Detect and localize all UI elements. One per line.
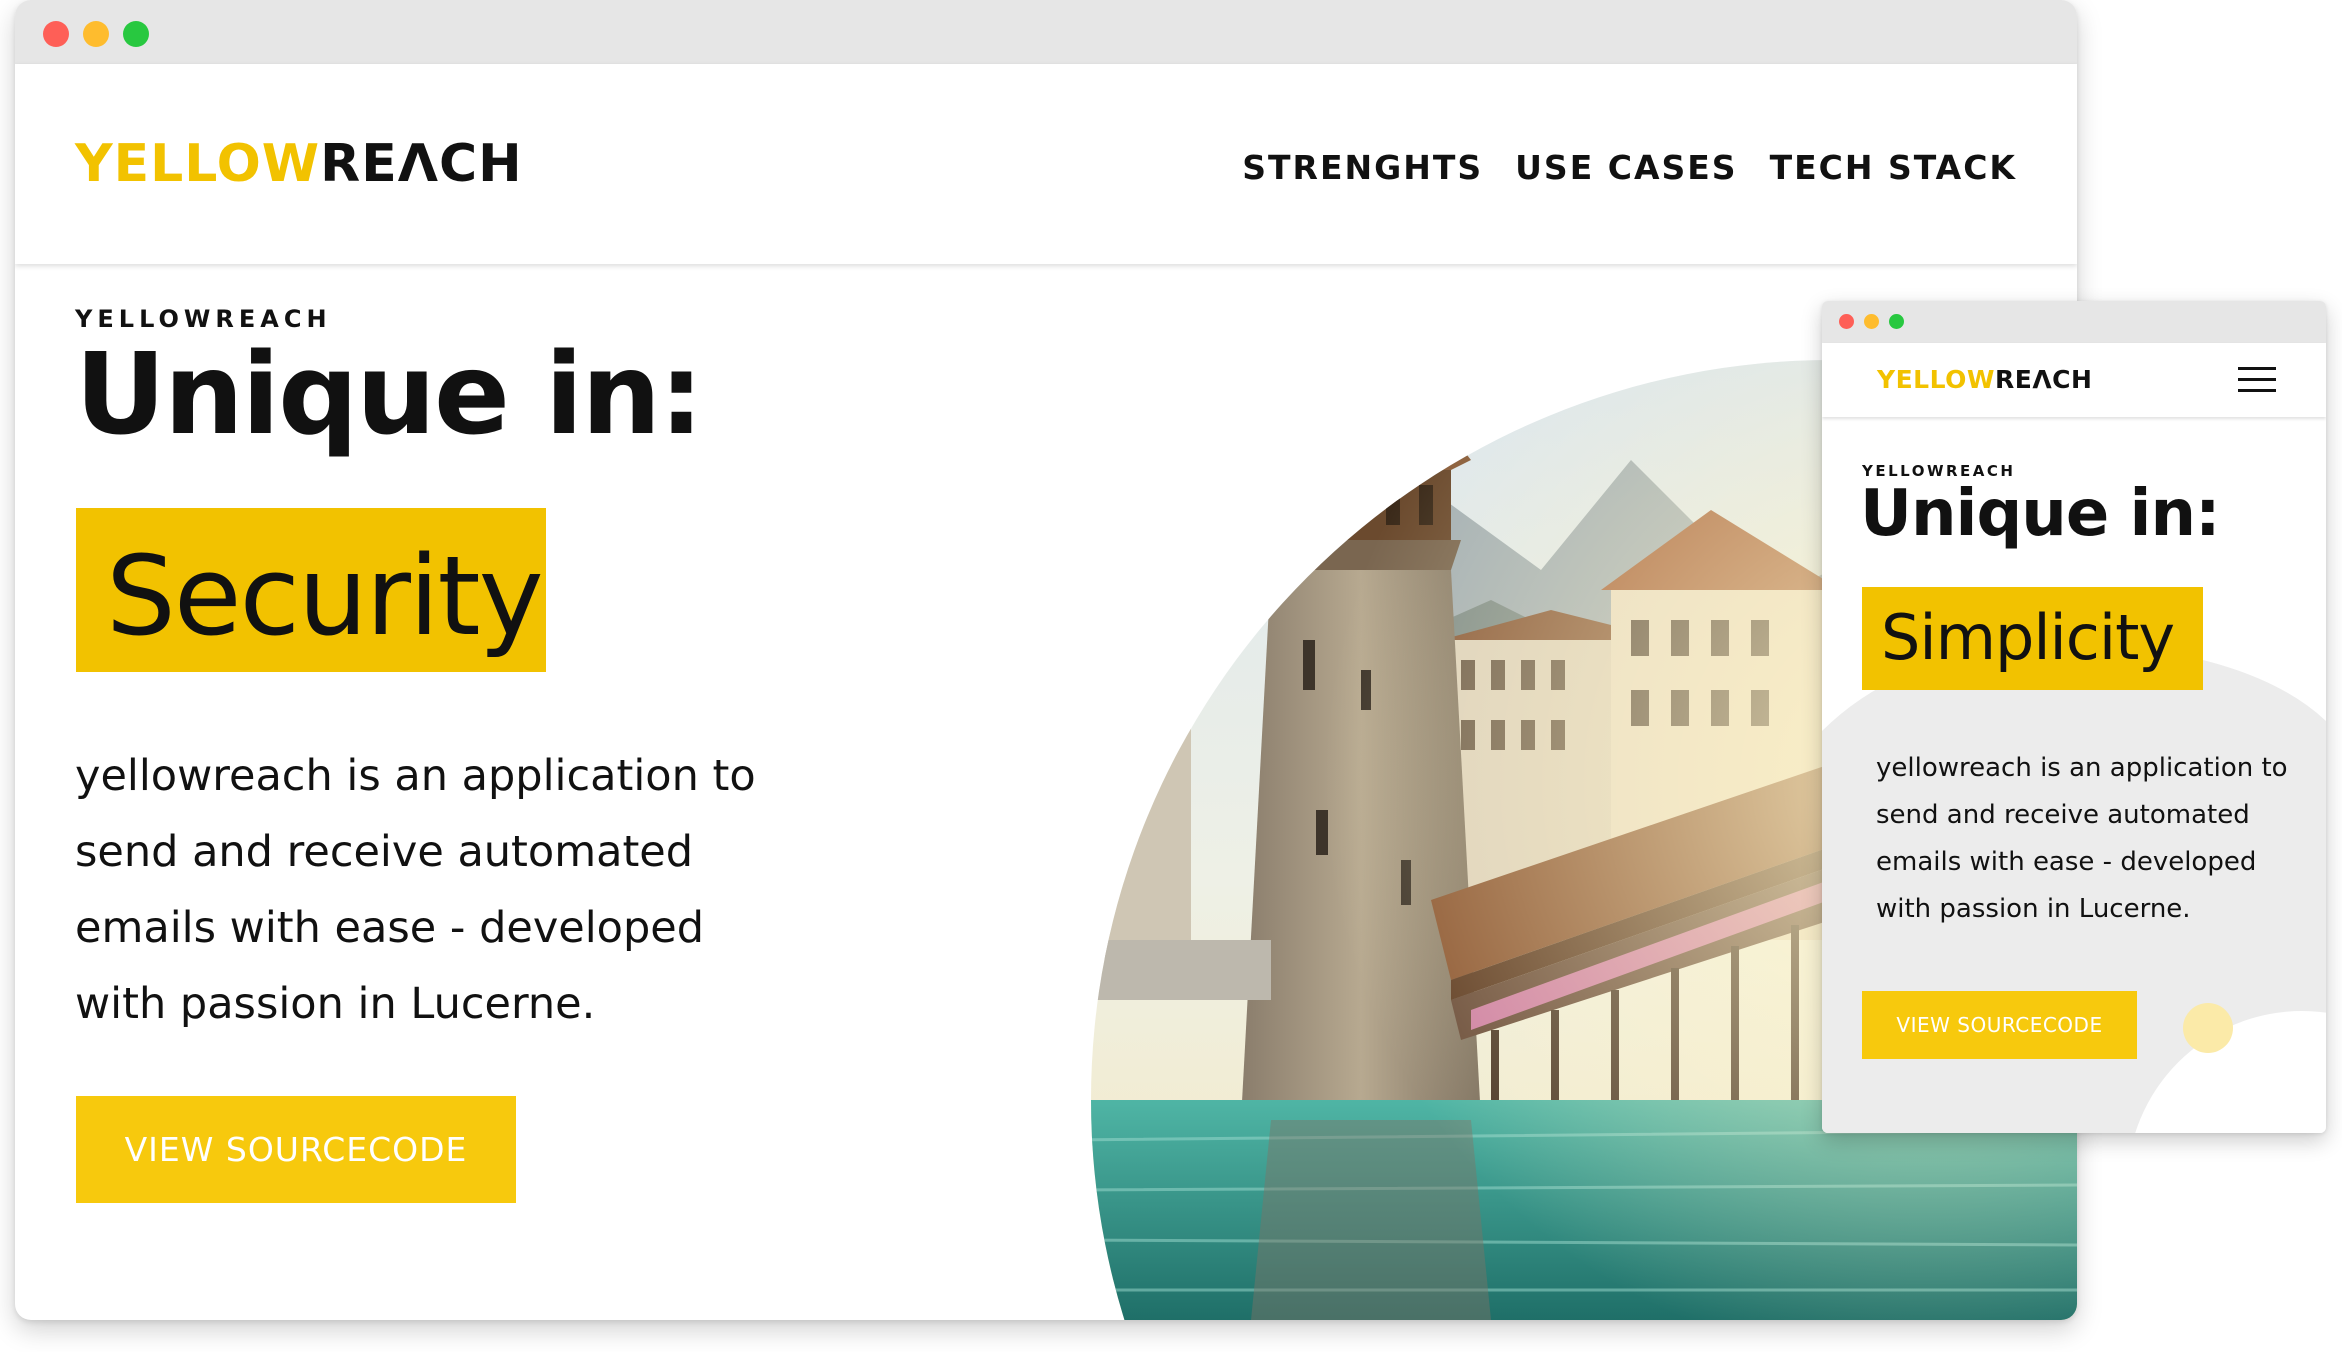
mobile-hero-description: yellowreach is an application to send an… [1876, 753, 2288, 924]
mobile-hero-headline: Unique in: [1860, 477, 2221, 551]
mobile-view-sourcecode-button[interactable]: VIEW SOURCECODE [1862, 991, 2137, 1059]
hero-description: yellowreach is an application to send an… [75, 751, 756, 1029]
mobile-hero-highlight-box: Simplicity [1862, 587, 2203, 690]
hamburger-menu-icon[interactable] [2238, 365, 2276, 395]
desktop-window-titlebar [15, 0, 2077, 64]
mobile-maximize-window-icon[interactable] [1889, 314, 1904, 329]
mobile-site-header: YELLOWREΛCH [1822, 343, 2326, 417]
hero-eyebrow: YELLOWREACH [75, 305, 332, 333]
mobile-minimize-window-icon[interactable] [1864, 314, 1879, 329]
site-header: YELLOWREΛCH STRENGHTS USE CASES TECH STA… [15, 64, 2077, 264]
mobile-logo-reach-part: REΛCH [1994, 365, 2093, 394]
mobile-browser-window: YELLOWREΛCH YELLOWREACH Unique in: Simpl… [1822, 301, 2326, 1133]
mobile-close-window-icon[interactable] [1839, 314, 1854, 329]
mobile-site-logo[interactable]: YELLOWREΛCH [1877, 365, 2092, 394]
logo-yellow-part: YELLOW [75, 134, 321, 194]
minimize-window-icon[interactable] [83, 21, 109, 47]
desktop-browser-window: YELLOWREΛCH STRENGHTS USE CASES TECH STA… [15, 0, 2077, 1320]
site-logo[interactable]: YELLOWREΛCH [75, 134, 523, 194]
hero-highlight-box: Security [76, 508, 546, 672]
nav-link-tech-stack[interactable]: TECH STACK [1770, 148, 2017, 187]
mobile-logo-yellow-part: YELLOW [1877, 365, 1995, 394]
main-nav: STRENGHTS USE CASES TECH STACK [1242, 148, 2017, 187]
nav-link-strengths[interactable]: STRENGHTS [1242, 148, 1483, 187]
maximize-window-icon[interactable] [123, 21, 149, 47]
logo-reach-part: REΛCH [320, 134, 523, 194]
nav-link-use-cases[interactable]: USE CASES [1515, 148, 1737, 187]
mobile-hero-highlight-word: Simplicity [1881, 601, 2175, 674]
hero-headline: Unique in: [75, 330, 704, 460]
close-window-icon[interactable] [43, 21, 69, 47]
view-sourcecode-button[interactable]: VIEW SOURCECODE [76, 1096, 516, 1203]
mobile-window-titlebar [1822, 301, 2326, 343]
hero-highlight-word: Security [106, 532, 544, 660]
